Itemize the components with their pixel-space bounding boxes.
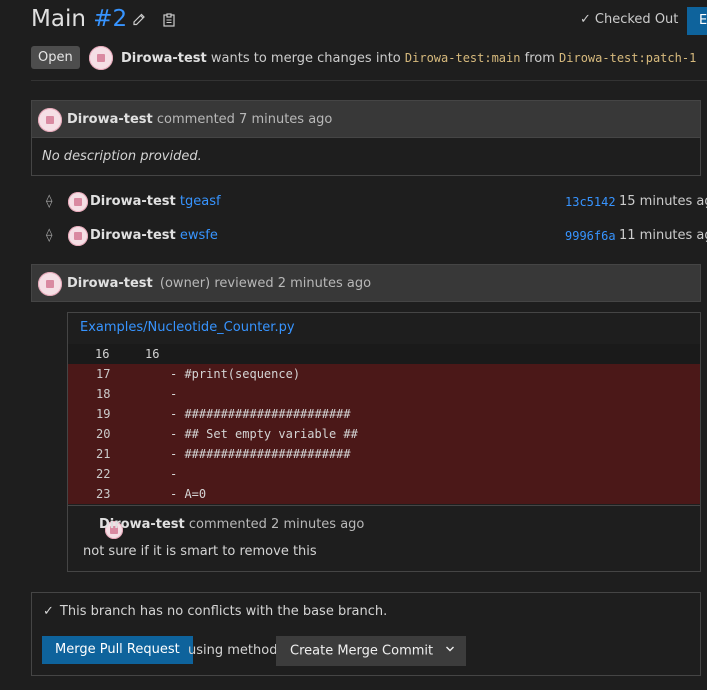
diff-comment-divider — [68, 505, 700, 506]
deleted-line: 18 - — [68, 384, 700, 404]
deleted-line: 19 - ####################### — [68, 404, 700, 424]
line-code: - A=0 — [170, 487, 207, 501]
description-comment-body: No description provided. — [31, 138, 701, 176]
line-code: - — [170, 467, 178, 481]
commit-icon: ⟠ — [46, 194, 53, 209]
line-number: 20 — [96, 427, 111, 441]
description-text: No description provided. — [42, 149, 202, 164]
inline-comment-meta: commented 2 minutes ago — [188, 517, 365, 532]
header-divider — [31, 80, 707, 81]
review-action: reviewed 2 minutes ago — [214, 276, 372, 291]
deleted-line: 22 - — [68, 464, 700, 484]
commit-message[interactable]: tgeasf — [180, 194, 221, 209]
line-code: - ## Set empty variable ## — [170, 427, 358, 441]
merge-method-select[interactable]: Create Merge Commit — [276, 636, 467, 666]
deleted-line: 20 - ## Set empty variable ## — [68, 424, 700, 444]
review-role: (owner) — [159, 276, 211, 291]
avatar — [68, 192, 88, 212]
chevron-down-icon — [445, 637, 455, 665]
merge-pull-request-button[interactable]: Merge Pull Request — [42, 636, 193, 664]
description-comment-header: Dirowa-test commented 7 minutes ago — [31, 100, 701, 138]
merge-method-value: Create Merge Commit — [290, 643, 434, 659]
status-badge: Open — [31, 46, 80, 69]
target-branch: Dirowa-test:main — [404, 51, 521, 65]
check-icon: ✓ — [580, 12, 591, 27]
merge-status-text: This branch has no conflicts with the ba… — [59, 604, 388, 619]
avatar — [68, 226, 88, 246]
checked-out-label: Checked Out — [594, 12, 679, 27]
diff-file-link[interactable]: Examples/Nucleotide_Counter.py — [80, 320, 295, 335]
clipboard-icon[interactable] — [161, 12, 177, 32]
line-number: 18 — [96, 387, 111, 401]
pr-summary: Dirowa-test wants to merge changes into … — [121, 46, 696, 71]
line-code: - — [170, 387, 178, 401]
line-number: 23 — [96, 487, 111, 501]
review-author[interactable]: Dirowa-test — [67, 276, 153, 291]
diff-context-line: 16 16 — [68, 344, 700, 365]
avatar — [38, 272, 62, 296]
commit-sha[interactable]: 13c5142 — [565, 192, 616, 212]
line-number: 19 — [96, 407, 111, 421]
commit-sha[interactable]: 9996f6a — [565, 226, 616, 246]
summary-text: wants to merge changes into — [210, 51, 401, 66]
pr-title-text: Main — [31, 6, 86, 32]
deleted-line: 23 - A=0 — [68, 484, 700, 504]
line-number: 21 — [96, 447, 111, 461]
commit-time: 11 minutes ago — [619, 228, 707, 243]
old-line-number: 16 — [95, 347, 110, 361]
check-icon: ✓ — [43, 604, 54, 619]
line-number: 22 — [96, 467, 111, 481]
pencil-icon[interactable] — [131, 12, 147, 32]
pr-title: Main #2 — [31, 6, 127, 32]
pr-author[interactable]: Dirowa-test — [121, 51, 207, 66]
commit-author[interactable]: Dirowa-test — [90, 228, 176, 243]
comment-author[interactable]: Dirowa-test — [67, 112, 153, 127]
review-header: Dirowa-test (owner) reviewed 2 minutes a… — [31, 264, 701, 302]
line-code: - ####################### — [170, 447, 351, 461]
line-code: - #print(sequence) — [170, 367, 301, 381]
comment-meta: commented 7 minutes ago — [156, 112, 333, 127]
inline-comment-author[interactable]: Dirowa-test — [99, 517, 185, 532]
pr-number: #2 — [93, 6, 128, 32]
deleted-line: 17 - #print(sequence) — [68, 364, 700, 384]
commit-icon: ⟠ — [46, 228, 53, 243]
new-line-number: 16 — [145, 347, 160, 361]
summary-from: from — [524, 51, 555, 66]
avatar — [38, 108, 62, 132]
commit-row: ⟠ Dirowa-test ewsfe 9996f6a 11 minutes a… — [46, 226, 707, 246]
commit-row: ⟠ Dirowa-test tgeasf 13c5142 15 minutes … — [46, 192, 707, 212]
line-number: 17 — [96, 367, 111, 381]
commit-author[interactable]: Dirowa-test — [90, 194, 176, 209]
deleted-line: 21 - ####################### — [68, 444, 700, 464]
source-branch: Dirowa-test:patch-1 — [559, 51, 697, 65]
inline-comment-body: not sure if it is smart to remove this — [83, 544, 317, 559]
merge-status: ✓ This branch has no conflicts with the b… — [43, 604, 387, 619]
commit-message[interactable]: ewsfe — [180, 228, 218, 243]
commit-time: 15 minutes ago — [619, 194, 707, 209]
method-label: using method — [188, 643, 278, 658]
avatar — [89, 46, 113, 70]
inline-comment-header: Dirowa-test commented 2 minutes ago — [99, 517, 364, 532]
checked-out-status: ✓ Checked Out — [580, 12, 678, 27]
exit-review-button[interactable]: E — [687, 7, 707, 35]
line-code: - ####################### — [170, 407, 351, 421]
